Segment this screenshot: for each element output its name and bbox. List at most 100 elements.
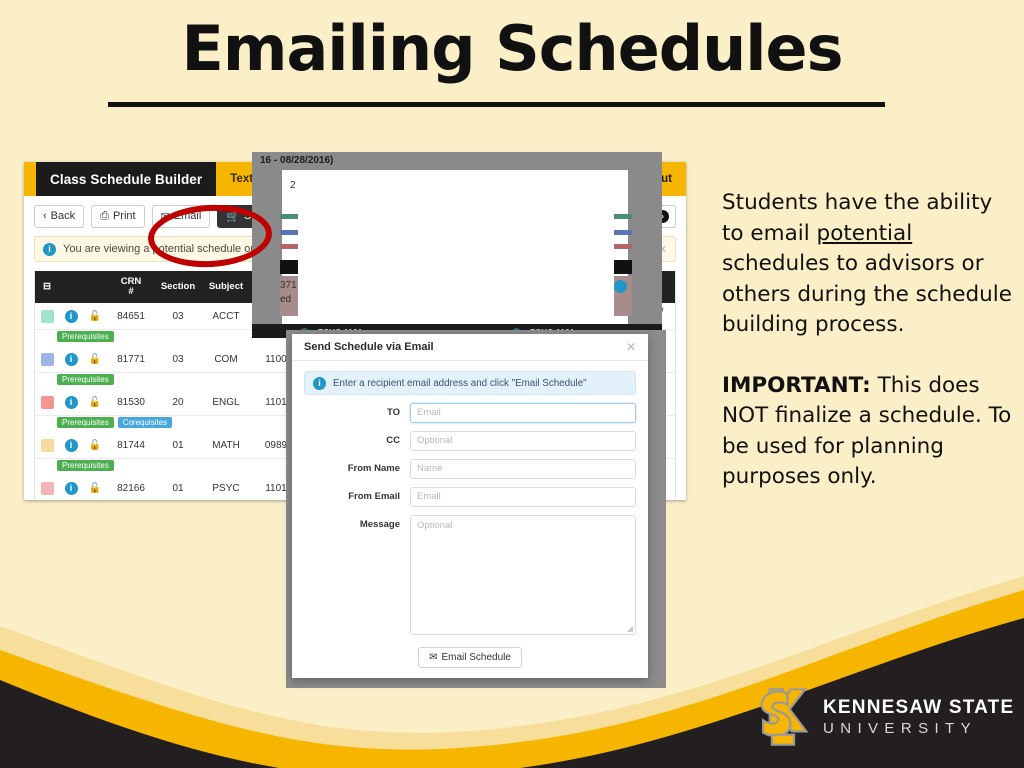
cell-subject: COM [214,353,238,365]
field-row-from-email: From Email Email [304,487,636,507]
ksu-monogram-icon [760,688,809,746]
to-input[interactable]: Email [410,403,636,423]
course-color-swatch [40,438,54,452]
course-color-swatch [40,309,54,323]
calendar-grid [298,170,628,338]
email-button[interactable]: ✉ Email [151,204,211,228]
tag-prerequisites[interactable]: Prerequisites [57,417,114,428]
info-circle-icon[interactable]: i [64,481,78,495]
slide-body-text: Students have the ability to email poten… [722,188,1012,493]
field-row-cc: CC Optional [304,431,636,451]
envelope-icon: ✉ [160,210,170,223]
th-crn-l2: # [128,286,134,297]
paragraph-1: Students have the ability to email poten… [722,188,1012,341]
shopping-cart-icon: 🛒 [226,210,241,223]
from-email-input[interactable]: Email [410,487,636,507]
cc-placeholder: Optional [417,435,453,446]
page-title: Emailing Schedules [181,12,844,85]
lock-open-icon[interactable]: 🔓 [89,354,101,365]
lock-open-icon[interactable]: 🔓 [89,440,101,451]
field-row-message: Message Optional ◢ [304,515,636,635]
info-circle-icon[interactable]: i [64,395,78,409]
collapse-cell[interactable]: ⊟ [35,271,59,303]
calendar-event-strip [280,244,298,249]
label-from-name: From Name [347,463,400,474]
calendar-event-strip [280,214,298,219]
modal-header: Send Schedule via Email ✕ [292,334,648,361]
printer-icon: ⎙ [100,209,109,222]
from-name-input[interactable]: Name [410,459,636,479]
calendar-event-strip [280,260,298,274]
calendar-col-value: 2 [290,180,296,191]
app-brand: Class Schedule Builder [36,162,217,196]
print-label: Print [112,210,136,222]
tag-prerequisites[interactable]: Prerequisites [57,460,114,471]
cell-crn: 81530 [117,396,145,408]
modal-title: Send Schedule via Email [304,341,434,353]
calendar-fragment-1: 371 [280,280,297,291]
info-circle-icon: i [313,376,326,390]
info-circle-icon[interactable]: i [64,309,78,323]
envelope-icon: ✉ [429,652,438,663]
email-schedule-button[interactable]: ✉ Email Schedule [418,647,522,668]
title-divider [108,102,885,107]
cell-crn: 82166 [117,482,145,494]
info-circle-icon[interactable]: i [64,352,78,366]
cell-crn: 84651 [117,310,145,322]
email-label: Email [173,210,202,222]
cell-subject: PSYC [212,482,240,494]
calendar-event-strip [614,244,632,249]
chevron-left-icon: ‹ [43,210,47,222]
course-color-swatch [40,481,54,495]
minus-square-icon: ⊟ [43,280,51,292]
from-name-placeholder: Name [417,463,443,474]
ksu-logo-line1: KENNESAW STATE [823,697,1015,718]
p2-important-label: IMPORTANT: [722,372,871,398]
to-placeholder: Email [417,407,441,418]
tag-prerequisites[interactable]: Prerequisites [57,374,114,385]
info-circle-icon[interactable]: i [64,438,78,452]
message-placeholder: Optional [417,520,453,531]
send-schedule-email-modal: Send Schedule via Email ✕ i Enter a reci… [292,334,648,678]
cell-section: 01 [172,482,184,494]
course-color-swatch [40,395,54,409]
lock-open-icon[interactable]: 🔓 [89,483,101,494]
th-crn: CRN # [107,271,155,303]
cell-section: 01 [172,439,184,451]
p1-text-b: schedules to advisors or others during t… [722,251,1012,337]
tag-prerequisites[interactable]: Prerequisites [57,331,114,342]
message-textarea[interactable]: Optional ◢ [410,515,636,635]
back-label: Back [50,210,76,222]
back-button[interactable]: ‹ Back [34,204,85,228]
calendar-event-strip [614,230,632,235]
print-button[interactable]: ⎙ Print [91,204,145,228]
calendar-event-strip [614,214,632,219]
th-crn-l1: CRN [120,275,142,287]
th-lock [83,271,107,303]
ksu-logo-line2: UNIVERSITY [823,720,978,737]
calendar-date-range: 16 - 08/28/2016) [260,155,334,166]
calendar-fragment-2: ed [280,294,292,305]
cell-subject: ACCT [212,310,240,322]
modal-info-note: i Enter a recipient email address and cl… [304,371,636,395]
label-cc: CC [386,435,400,446]
info-circle-icon[interactable] [614,280,627,293]
calendar-event-strip [614,260,632,274]
label-from-email: From Email [348,491,400,502]
label-to: TO [386,407,400,418]
lock-open-icon[interactable]: 🔓 [89,397,101,408]
course-color-swatch [40,352,54,366]
cell-section: 20 [172,396,184,408]
lock-open-icon[interactable]: 🔓 [89,311,101,322]
resize-handle-icon[interactable]: ◢ [627,624,633,633]
from-email-placeholder: Email [417,491,441,502]
calendar-panel-behind-modal: 16 - 08/28/2016) 2 371 ed PSYC-1101 PSYC… [252,152,662,338]
paragraph-2: IMPORTANT: This does NOT finalize a sche… [722,371,1012,493]
p1-underlined: potential [816,220,913,246]
close-icon[interactable]: ✕ [626,340,636,354]
cell-section: 03 [172,310,184,322]
tag-corequisites[interactable]: Corequisites [117,417,173,428]
cc-input[interactable]: Optional [410,431,636,451]
cell-subject: ENGL [212,396,240,408]
th-subject: Subject [208,280,244,292]
